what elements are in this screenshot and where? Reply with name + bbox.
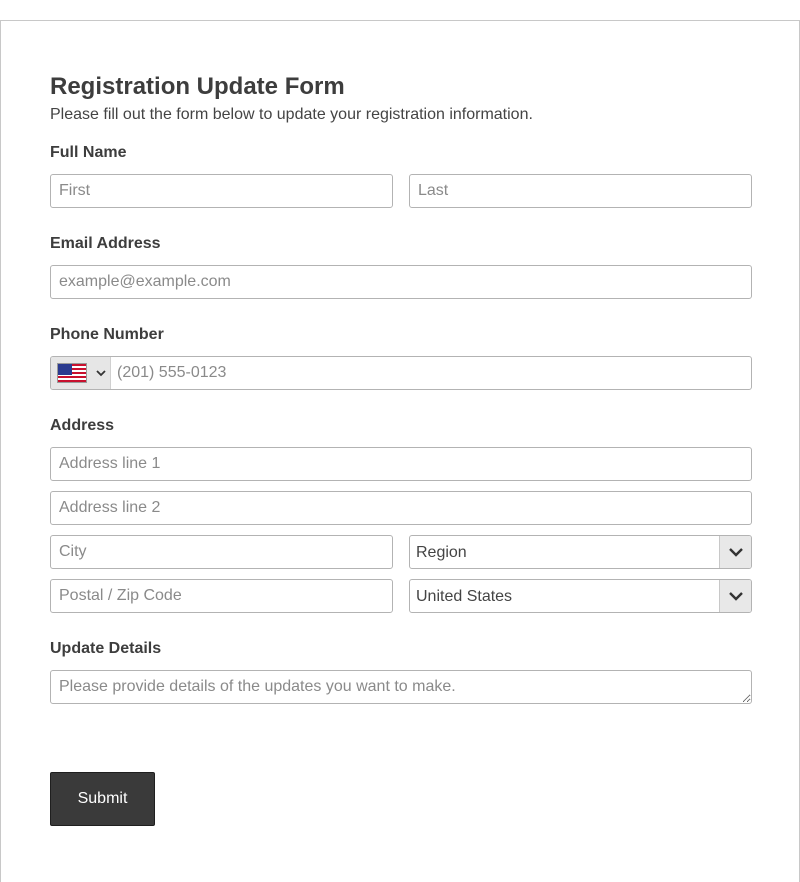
us-flag-icon (57, 363, 87, 383)
chevron-down-icon (96, 370, 106, 377)
postal-code-input[interactable] (50, 579, 393, 613)
country-select-value: United States (416, 588, 513, 605)
phone-field (50, 356, 752, 390)
country-select[interactable]: United States (409, 579, 752, 613)
first-name-input[interactable] (50, 174, 393, 208)
submit-button[interactable]: Submit (50, 772, 155, 826)
city-input[interactable] (50, 535, 393, 569)
last-name-input[interactable] (409, 174, 752, 208)
phone-label: Phone Number (50, 326, 164, 343)
region-select-value: Region (416, 544, 467, 561)
region-select-arrow (719, 536, 751, 568)
update-details-label: Update Details (50, 640, 162, 657)
full-name-label: Full Name (50, 144, 127, 161)
country-select-arrow (719, 580, 751, 612)
region-select[interactable]: Region (409, 535, 752, 569)
address-line2-input[interactable] (50, 491, 752, 525)
email-input[interactable] (50, 265, 752, 299)
phone-input[interactable] (111, 357, 751, 389)
form-container: Registration Update Form Please fill out… (0, 20, 800, 882)
chevron-down-icon (729, 592, 743, 601)
form-subtitle: Please fill out the form below to update… (50, 106, 533, 123)
country-code-select[interactable] (51, 357, 111, 389)
email-label: Email Address (50, 235, 161, 252)
form-title: Registration Update Form (50, 73, 345, 100)
update-details-textarea[interactable] (50, 670, 752, 704)
chevron-down-icon (729, 548, 743, 557)
address-label: Address (50, 417, 115, 434)
address-line1-input[interactable] (50, 447, 752, 481)
